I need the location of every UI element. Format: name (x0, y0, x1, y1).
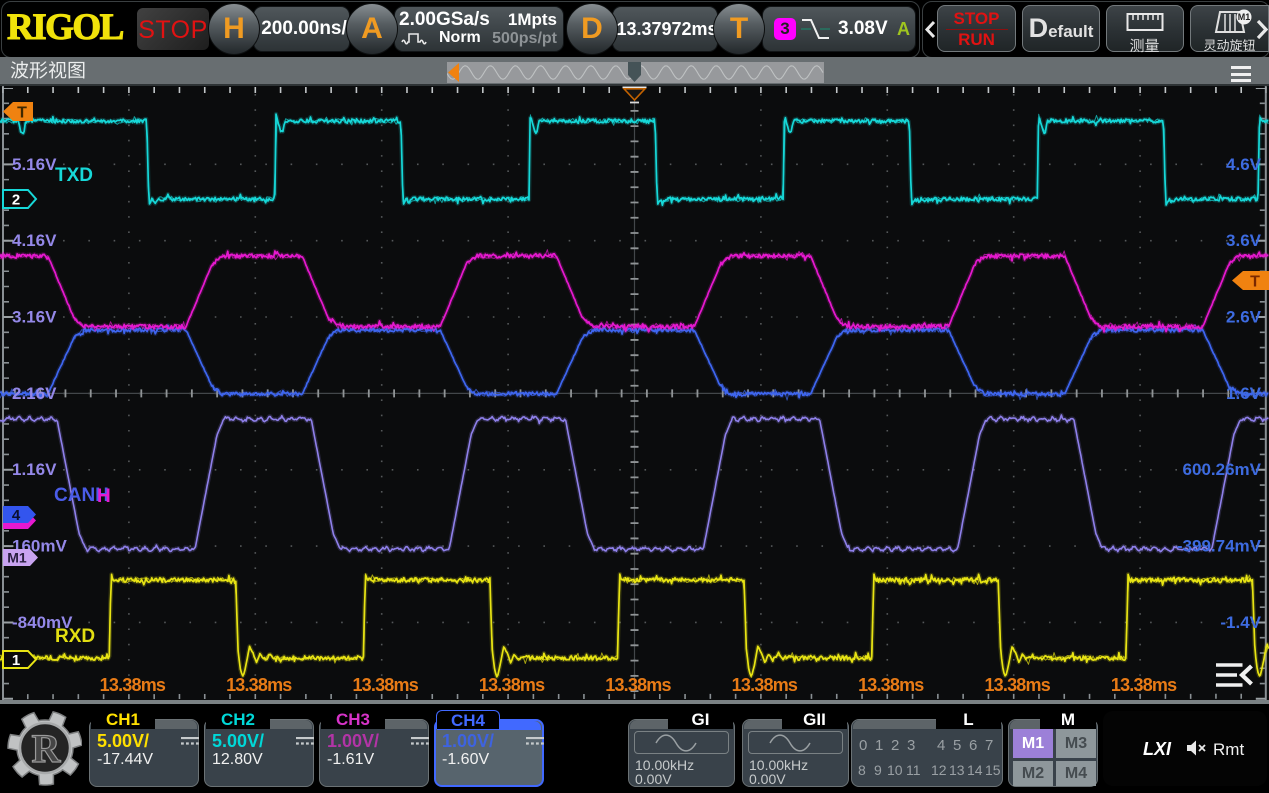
svg-text:13.38ms: 13.38ms (352, 675, 418, 695)
svg-text:13.38ms: 13.38ms (226, 675, 292, 695)
svg-text:4: 4 (12, 507, 21, 524)
svg-text:4.16V: 4.16V (12, 231, 57, 250)
svg-text:3.16V: 3.16V (12, 308, 57, 327)
svg-text:4.6V: 4.6V (1226, 155, 1262, 174)
svg-text:1.6V: 1.6V (1226, 384, 1262, 403)
svg-text:13.38ms: 13.38ms (100, 675, 166, 695)
svg-text:13.38ms: 13.38ms (605, 675, 671, 695)
svg-text:-1.4V: -1.4V (1220, 613, 1261, 632)
svg-text:2.16V: 2.16V (12, 384, 57, 403)
svg-text:13.38ms: 13.38ms (984, 675, 1050, 695)
svg-text:1.16V: 1.16V (12, 460, 57, 479)
svg-text:3.6V: 3.6V (1226, 231, 1262, 250)
svg-text:M1: M1 (7, 550, 27, 566)
svg-text:600.26mV: 600.26mV (1183, 460, 1262, 479)
svg-text:13.38ms: 13.38ms (479, 675, 545, 695)
svg-text:13.38ms: 13.38ms (858, 675, 924, 695)
svg-text:-399.74mV: -399.74mV (1177, 537, 1262, 556)
svg-text:R: R (32, 726, 62, 771)
svg-text:2.6V: 2.6V (1226, 308, 1262, 327)
svg-text:T: T (17, 105, 27, 122)
svg-text:TXD: TXD (55, 165, 93, 186)
svg-text:13.38ms: 13.38ms (1111, 675, 1177, 695)
svg-text:T: T (1250, 274, 1260, 291)
svg-text:M1: M1 (1237, 12, 1250, 22)
svg-text:2: 2 (12, 191, 20, 208)
svg-text:H: H (97, 486, 111, 507)
svg-text:1: 1 (12, 652, 20, 669)
svg-text:RXD: RXD (55, 626, 95, 647)
svg-text:5.16V: 5.16V (12, 155, 57, 174)
svg-text:13.38ms: 13.38ms (732, 675, 798, 695)
